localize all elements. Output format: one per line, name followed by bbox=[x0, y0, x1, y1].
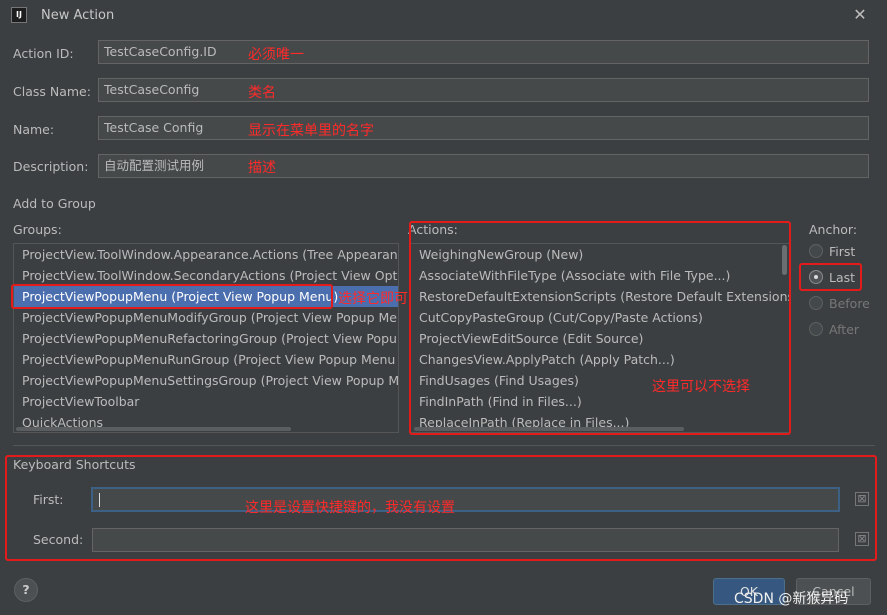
anchor-last-highlight-box bbox=[799, 263, 862, 291]
action-id-input[interactable]: TestCaseConfig.ID bbox=[98, 40, 869, 64]
group-list-item[interactable]: ProjectViewPopupMenuRunGroup (Project Vi… bbox=[14, 349, 398, 370]
add-to-group-title: Add to Group bbox=[13, 196, 96, 211]
close-icon[interactable]: ✕ bbox=[850, 5, 870, 25]
class-name-label: Class Name: bbox=[13, 84, 91, 99]
description-note: 描述 bbox=[248, 160, 276, 176]
name-input[interactable]: TestCase Config bbox=[98, 116, 869, 140]
group-list-item[interactable]: ProjectView.ToolWindow.SecondaryActions … bbox=[14, 265, 398, 286]
group-list-item[interactable]: ProjectViewPopupMenuModifyGroup (Project… bbox=[14, 307, 398, 328]
anchor-option-after: After bbox=[809, 316, 870, 342]
groups-list[interactable]: ProjectView.ToolWindow.Appearance.Action… bbox=[13, 243, 399, 433]
anchor-option-before: Before bbox=[809, 290, 870, 316]
shortcuts-title: Keyboard Shortcuts bbox=[13, 457, 136, 472]
text-caret bbox=[99, 493, 100, 507]
actions-note: 这里可以不选择 bbox=[652, 379, 750, 395]
first-shortcut-input[interactable] bbox=[91, 487, 840, 512]
anchor-label: Anchor: bbox=[809, 222, 858, 237]
class-name-input[interactable]: TestCaseConfig bbox=[98, 78, 869, 102]
description-label: Description: bbox=[13, 159, 89, 174]
group-list-item[interactable]: ProjectViewPopupMenuRefactoringGroup (Pr… bbox=[14, 328, 398, 349]
groups-note: 选择它即可 bbox=[338, 291, 408, 307]
action-id-label: Action ID: bbox=[13, 46, 74, 61]
anchor-option-label: Before bbox=[829, 295, 870, 311]
groups-label: Groups: bbox=[13, 222, 62, 237]
actions-highlight-box bbox=[409, 221, 791, 435]
window-title: New Action bbox=[41, 8, 115, 23]
class-name-note: 类名 bbox=[248, 85, 276, 101]
clear-second-shortcut-icon[interactable]: ⊠ bbox=[855, 532, 869, 546]
anchor-option-first[interactable]: First bbox=[809, 238, 870, 264]
second-shortcut-label: Second: bbox=[33, 532, 84, 547]
anchor-option-label: After bbox=[829, 321, 860, 337]
name-note: 显示在菜单里的名字 bbox=[248, 123, 374, 139]
radio-button-icon bbox=[809, 322, 823, 336]
selected-group-highlight-box bbox=[11, 284, 333, 309]
description-input[interactable]: 自动配置测试用例 bbox=[98, 154, 869, 178]
radio-button-icon bbox=[809, 296, 823, 310]
clear-first-shortcut-icon[interactable]: ⊠ bbox=[855, 492, 869, 506]
help-button[interactable]: ? bbox=[14, 578, 38, 602]
title-bar: IJ New Action ✕ bbox=[0, 0, 887, 32]
name-label: Name: bbox=[13, 122, 55, 137]
group-list-item[interactable]: ProjectView.ToolWindow.Appearance.Action… bbox=[14, 244, 398, 265]
watermark-text: CSDN @新猴异码 bbox=[734, 591, 849, 607]
first-shortcut-label: First: bbox=[33, 492, 64, 507]
intellij-logo-icon: IJ bbox=[11, 7, 27, 23]
groups-horizontal-scrollbar[interactable] bbox=[16, 427, 291, 431]
radio-button-icon[interactable] bbox=[809, 244, 823, 258]
action-id-note: 必须唯一 bbox=[248, 47, 304, 63]
shortcuts-note: 这里是设置快捷键的，我没有设置 bbox=[245, 500, 455, 516]
separator bbox=[13, 445, 875, 446]
second-shortcut-input[interactable] bbox=[92, 528, 839, 552]
anchor-option-label: First bbox=[829, 243, 856, 259]
group-list-item[interactable]: ProjectViewPopupMenuSettingsGroup (Proje… bbox=[14, 370, 398, 391]
group-list-item[interactable]: ProjectViewToolbar bbox=[14, 391, 398, 412]
